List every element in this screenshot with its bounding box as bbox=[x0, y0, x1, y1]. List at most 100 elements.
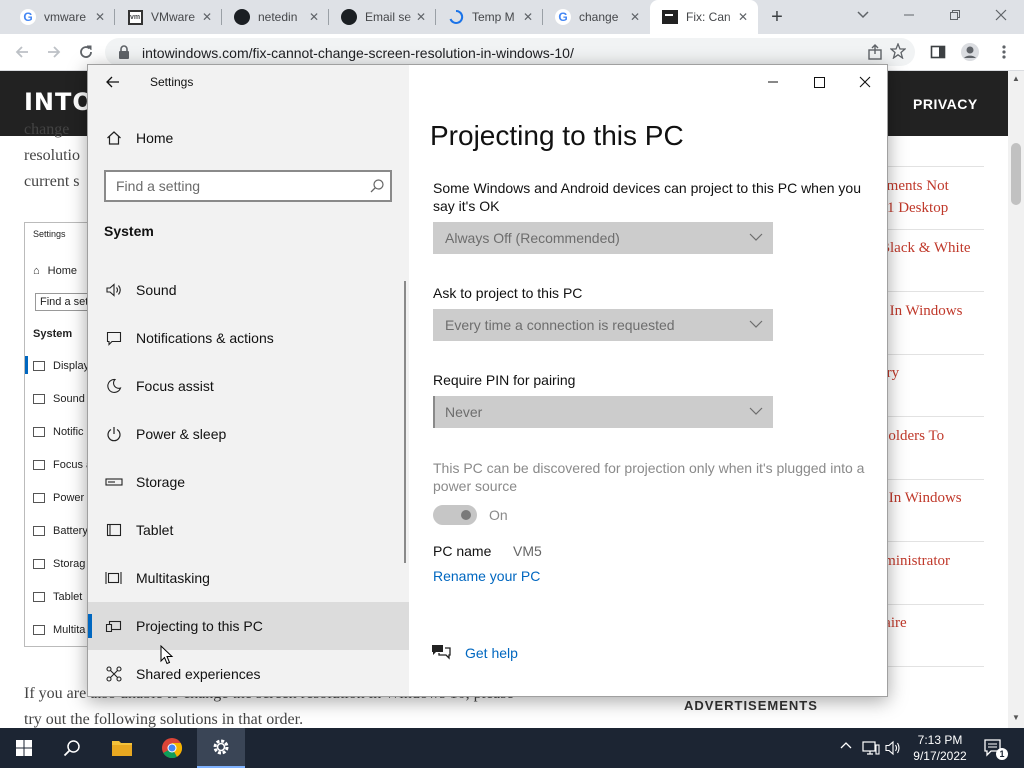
search-taskbar-icon[interactable] bbox=[48, 728, 96, 768]
toggle-knob bbox=[461, 510, 471, 520]
preview-item: Focus a bbox=[33, 459, 91, 471]
related-post-link[interactable]: ements Not bbox=[880, 178, 949, 195]
new-tab-button[interactable]: + bbox=[768, 7, 786, 27]
close-tab-icon[interactable]: ✕ bbox=[93, 10, 107, 24]
sidebar-item-focus-assist[interactable]: Focus assist bbox=[88, 362, 409, 410]
related-post-link[interactable]: Black & White bbox=[880, 240, 971, 257]
chevron-down-icon bbox=[749, 406, 763, 416]
volume-icon[interactable] bbox=[885, 740, 901, 756]
dropdown-value: Never bbox=[445, 404, 483, 420]
preview-item: Tablet bbox=[33, 591, 82, 603]
maximize-button[interactable] bbox=[796, 65, 842, 99]
browser-tab[interactable]: netedin ✕ bbox=[222, 0, 329, 34]
sidebar-item-notifications[interactable]: Notifications & actions bbox=[88, 314, 409, 362]
clock-time: 7:13 PM bbox=[917, 733, 963, 747]
sidebar-item-label: Shared experiences bbox=[136, 666, 261, 682]
sidebar-item-storage[interactable]: Storage bbox=[88, 458, 409, 506]
sidebar-item-multitasking[interactable]: Multitasking bbox=[88, 554, 409, 602]
settings-nav-pane: Settings Home System Sound Notifications bbox=[88, 65, 409, 696]
search-icon[interactable] bbox=[370, 179, 384, 193]
nav-home[interactable]: Home bbox=[88, 114, 409, 162]
related-post-link[interactable]: lministrator bbox=[880, 553, 950, 570]
taskbar-clock[interactable]: 7:13 PM 9/17/2022 bbox=[905, 732, 975, 764]
help-chat-icon[interactable] bbox=[431, 643, 451, 661]
close-tab-icon[interactable]: ✕ bbox=[628, 10, 642, 24]
page-title: Projecting to this PC bbox=[430, 120, 684, 151]
related-post-link[interactable]: r In Windows bbox=[880, 490, 962, 507]
preview-item: Sound bbox=[33, 393, 85, 405]
start-button[interactable] bbox=[0, 728, 48, 768]
related-post-link[interactable]: 11 Desktop bbox=[880, 200, 948, 217]
browser-tab[interactable]: vm VMware ✕ bbox=[115, 0, 222, 34]
nav-link-privacy[interactable]: PRIVACY bbox=[913, 96, 978, 112]
dropdown-value: Every time a connection is requested bbox=[445, 317, 675, 333]
sidebar-item-label: Power & sleep bbox=[136, 426, 227, 442]
nav-scrollbar[interactable] bbox=[404, 281, 406, 563]
file-explorer-icon[interactable] bbox=[98, 728, 146, 768]
close-tab-icon[interactable]: ✕ bbox=[521, 10, 535, 24]
sidebar-item-sound[interactable]: Sound bbox=[88, 266, 409, 314]
chevron-up-icon[interactable] bbox=[840, 741, 852, 749]
browser-restore-button[interactable] bbox=[932, 0, 978, 30]
sidebar-item-shared-experiences[interactable]: Shared experiences bbox=[88, 650, 409, 696]
related-post-link[interactable]: Folders To bbox=[880, 428, 944, 445]
profile-avatar-icon[interactable] bbox=[960, 42, 980, 62]
projection-description: Some Windows and Android devices can pro… bbox=[433, 180, 862, 214]
address-bar[interactable]: intowindows.com/fix-cannot-change-screen… bbox=[105, 38, 915, 66]
ask-project-dropdown[interactable]: Every time a connection is requested bbox=[433, 309, 773, 341]
sidebar-item-power[interactable]: Power & sleep bbox=[88, 410, 409, 458]
browser-tab[interactable]: G change ✕ bbox=[543, 0, 650, 34]
moon-icon bbox=[104, 376, 124, 396]
settings-gear-icon[interactable] bbox=[197, 728, 245, 768]
browser-tab[interactable]: G vmware ✕ bbox=[8, 0, 115, 34]
back-icon[interactable] bbox=[12, 42, 32, 62]
github-icon bbox=[234, 9, 250, 25]
find-setting-search[interactable] bbox=[104, 170, 392, 202]
page-scrollbar[interactable]: ▲ ▼ bbox=[1008, 71, 1024, 728]
sidebar-item-label: Multitasking bbox=[136, 570, 210, 586]
close-tab-icon[interactable]: ✕ bbox=[414, 10, 428, 24]
share-icon[interactable] bbox=[867, 44, 883, 60]
preview-item: Power bbox=[33, 492, 84, 504]
settings-titlebar bbox=[88, 65, 887, 99]
browser-menu-icon[interactable] bbox=[994, 42, 1014, 62]
browser-minimize-button[interactable] bbox=[886, 0, 932, 30]
lock-icon[interactable] bbox=[118, 45, 130, 59]
search-input[interactable] bbox=[106, 172, 356, 200]
related-post-link[interactable]: s In Windows bbox=[880, 303, 962, 320]
close-tab-icon[interactable]: ✕ bbox=[307, 10, 321, 24]
sidebar-item-label: Storage bbox=[136, 474, 186, 490]
minimize-button[interactable] bbox=[750, 65, 796, 99]
rename-pc-link[interactable]: Rename your PC bbox=[433, 568, 540, 584]
browser-tab-active[interactable]: Fix: Can ✕ bbox=[650, 0, 758, 34]
chevron-down-icon bbox=[749, 232, 763, 242]
chrome-icon[interactable] bbox=[148, 728, 196, 768]
tablet-icon bbox=[104, 520, 124, 540]
projection-mode-dropdown[interactable]: Always Off (Recommended) bbox=[433, 222, 773, 254]
close-tab-icon[interactable]: ✕ bbox=[200, 10, 214, 24]
preview-item: Multita bbox=[33, 624, 85, 636]
windows-taskbar: 7:13 PM 9/17/2022 1 bbox=[0, 728, 1024, 768]
bookmark-star-icon[interactable] bbox=[890, 43, 906, 59]
network-icon[interactable] bbox=[862, 740, 880, 756]
reload-icon[interactable] bbox=[76, 42, 96, 62]
close-button[interactable] bbox=[842, 65, 887, 99]
require-pin-label: Require PIN for pairing bbox=[433, 372, 576, 388]
tab-search-button[interactable] bbox=[838, 0, 888, 30]
article-text: change bbox=[24, 121, 70, 138]
preview-title: Settings bbox=[33, 229, 66, 239]
home-icon bbox=[104, 128, 124, 148]
close-tab-icon[interactable]: ✕ bbox=[736, 10, 750, 24]
scrollbar-thumb[interactable] bbox=[1011, 143, 1021, 205]
get-help-link[interactable]: Get help bbox=[465, 645, 518, 661]
browser-tab[interactable]: Email se ✕ bbox=[329, 0, 436, 34]
require-pin-dropdown[interactable]: Never bbox=[433, 396, 773, 428]
plugged-in-toggle[interactable] bbox=[433, 505, 477, 525]
browser-tab[interactable]: Temp M ✕ bbox=[436, 0, 543, 34]
browser-close-button[interactable] bbox=[978, 0, 1024, 30]
forward-icon[interactable] bbox=[44, 42, 64, 62]
sidebar-item-tablet[interactable]: Tablet bbox=[88, 506, 409, 554]
storage-icon bbox=[104, 472, 124, 492]
side-panel-icon[interactable] bbox=[928, 42, 948, 62]
sidebar-item-projecting[interactable]: Projecting to this PC bbox=[88, 602, 409, 650]
